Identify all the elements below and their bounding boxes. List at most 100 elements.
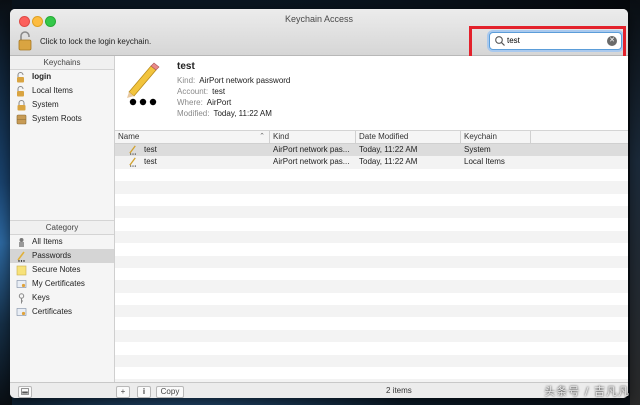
empty-row: [115, 342, 628, 355]
sidebar: Keychains login Local Items System Syste…: [10, 56, 115, 382]
empty-row: [115, 280, 628, 293]
detail-modified-row: Modified: Today, 11:22 AM: [177, 109, 272, 118]
empty-row: [115, 243, 628, 256]
cell-date: Today, 11:22 AM: [359, 145, 418, 154]
bottom-toolbar: + i Copy 2 items: [10, 382, 628, 398]
password-pencil-icon: [127, 62, 160, 106]
column-header-label: Date Modified: [359, 132, 409, 141]
empty-row: [115, 181, 628, 194]
titlebar: Keychain Access Click to lock the login …: [10, 9, 628, 68]
certificate-icon: [16, 279, 27, 288]
keychain-access-window: Keychain Access Click to lock the login …: [10, 9, 628, 398]
all-items-icon: [19, 237, 24, 247]
unlocked-lock-icon: [17, 71, 24, 82]
copy-button[interactable]: Copy: [156, 386, 184, 398]
sidebar-item-label: System: [32, 100, 59, 109]
sidebar-item-label: login: [32, 72, 52, 81]
table-row[interactable]: test AirPort network pas... Today, 11:22…: [115, 156, 628, 169]
empty-row: [115, 168, 628, 182]
category-section: Category All Items Passwords Secure Note…: [10, 220, 114, 319]
detail-where-row: Where: AirPort: [177, 98, 231, 107]
detail-account-row: Account: test: [177, 87, 225, 96]
watermark-text: 头条号 / 吉凡凡: [544, 385, 630, 398]
category-label: Passwords: [32, 251, 72, 260]
sidebar-item-system-roots[interactable]: System Roots: [10, 112, 114, 126]
password-pencil-icon: [129, 145, 136, 155]
item-count: 2 items: [386, 386, 412, 395]
cabinet-icon: [16, 114, 27, 124]
empty-row: [115, 193, 628, 206]
category-passwords[interactable]: Passwords: [10, 249, 114, 263]
table-row[interactable]: test AirPort network pas... Today, 11:22…: [115, 144, 628, 157]
column-header-keychain[interactable]: Keychain: [461, 131, 531, 143]
locked-lock-icon: [17, 99, 26, 110]
category-label: All Items: [32, 237, 63, 246]
category-my-certificates[interactable]: My Certificates: [10, 277, 114, 291]
empty-row: [115, 230, 628, 244]
column-header-kind[interactable]: Kind: [270, 131, 356, 143]
column-header-name[interactable]: Name ⌃: [115, 131, 270, 143]
add-item-button[interactable]: +: [116, 386, 130, 398]
category-label: My Certificates: [32, 279, 85, 288]
empty-row: [115, 205, 628, 219]
detail-where-value: AirPort: [206, 98, 232, 107]
unlocked-lock-icon[interactable]: [18, 31, 34, 51]
item-name: test: [177, 61, 195, 72]
window-title: Keychain Access: [284, 14, 354, 24]
cell-keychain: System: [464, 145, 491, 154]
info-button[interactable]: i: [137, 386, 151, 398]
empty-row: [115, 317, 628, 330]
sidebar-toggle-icon: [21, 388, 29, 395]
category-label: Secure Notes: [32, 265, 81, 274]
item-detail-panel: test Kind: AirPort network password Accou…: [115, 56, 628, 131]
desktop-background-right: [630, 0, 640, 405]
note-icon: [16, 265, 27, 275]
sidebar-item-label: System Roots: [32, 114, 82, 123]
detail-modified-label: Modified:: [177, 109, 210, 118]
column-header-label: Kind: [273, 132, 290, 141]
category-certificates[interactable]: Certificates: [10, 305, 114, 319]
empty-row: [115, 354, 628, 368]
detail-kind-value: AirPort network password: [199, 76, 291, 85]
cell-kind: AirPort network pas...: [273, 157, 350, 167]
empty-row: [115, 218, 628, 231]
items-table: Name ⌃ Kind Date Modified Keychain test …: [115, 131, 628, 382]
column-header-date[interactable]: Date Modified: [356, 131, 461, 143]
category-keys[interactable]: Keys: [10, 291, 114, 305]
column-header-label: Name: [118, 132, 140, 141]
unlocked-lock-icon: [17, 85, 24, 96]
sidebar-item-login[interactable]: login: [10, 70, 114, 84]
category-secure-notes[interactable]: Secure Notes: [10, 263, 114, 277]
detail-modified-value: Today, 11:22 AM: [213, 109, 272, 118]
empty-row: [115, 267, 628, 281]
category-header: Category: [10, 220, 114, 235]
table-header: Name ⌃ Kind Date Modified Keychain: [115, 131, 628, 144]
empty-row: [115, 305, 628, 318]
detail-account-value: test: [212, 87, 226, 96]
cell-kind: AirPort network pas...: [273, 145, 350, 154]
category-all-items[interactable]: All Items: [10, 235, 114, 249]
sidebar-item-system[interactable]: System: [10, 98, 114, 112]
sort-ascending-icon: ⌃: [259, 133, 265, 140]
detail-kind-row: Kind: AirPort network password: [177, 76, 290, 85]
password-pencil-icon: [129, 157, 136, 168]
sidebar-item-local-items[interactable]: Local Items: [10, 84, 114, 98]
password-pencil-icon: [17, 251, 25, 262]
detail-kind-label: Kind:: [177, 76, 196, 85]
category-label: Certificates: [32, 307, 73, 316]
cell-name: test: [144, 157, 157, 167]
certificate-icon: [16, 307, 27, 316]
cell-name: test: [144, 145, 157, 154]
column-header-label: Keychain: [464, 132, 497, 141]
empty-row: [115, 329, 628, 343]
detail-account-label: Account:: [177, 87, 209, 96]
empty-row: [115, 367, 628, 380]
key-icon: [18, 292, 25, 303]
show-sidebar-button[interactable]: [18, 386, 32, 398]
detail-where-label: Where:: [177, 98, 203, 107]
empty-row: [115, 255, 628, 268]
cell-date: Today, 11:22 AM: [359, 157, 418, 167]
sidebar-item-label: Local Items: [32, 86, 73, 95]
empty-row: [115, 292, 628, 306]
lock-keychain-text[interactable]: Click to lock the login keychain.: [40, 37, 151, 46]
